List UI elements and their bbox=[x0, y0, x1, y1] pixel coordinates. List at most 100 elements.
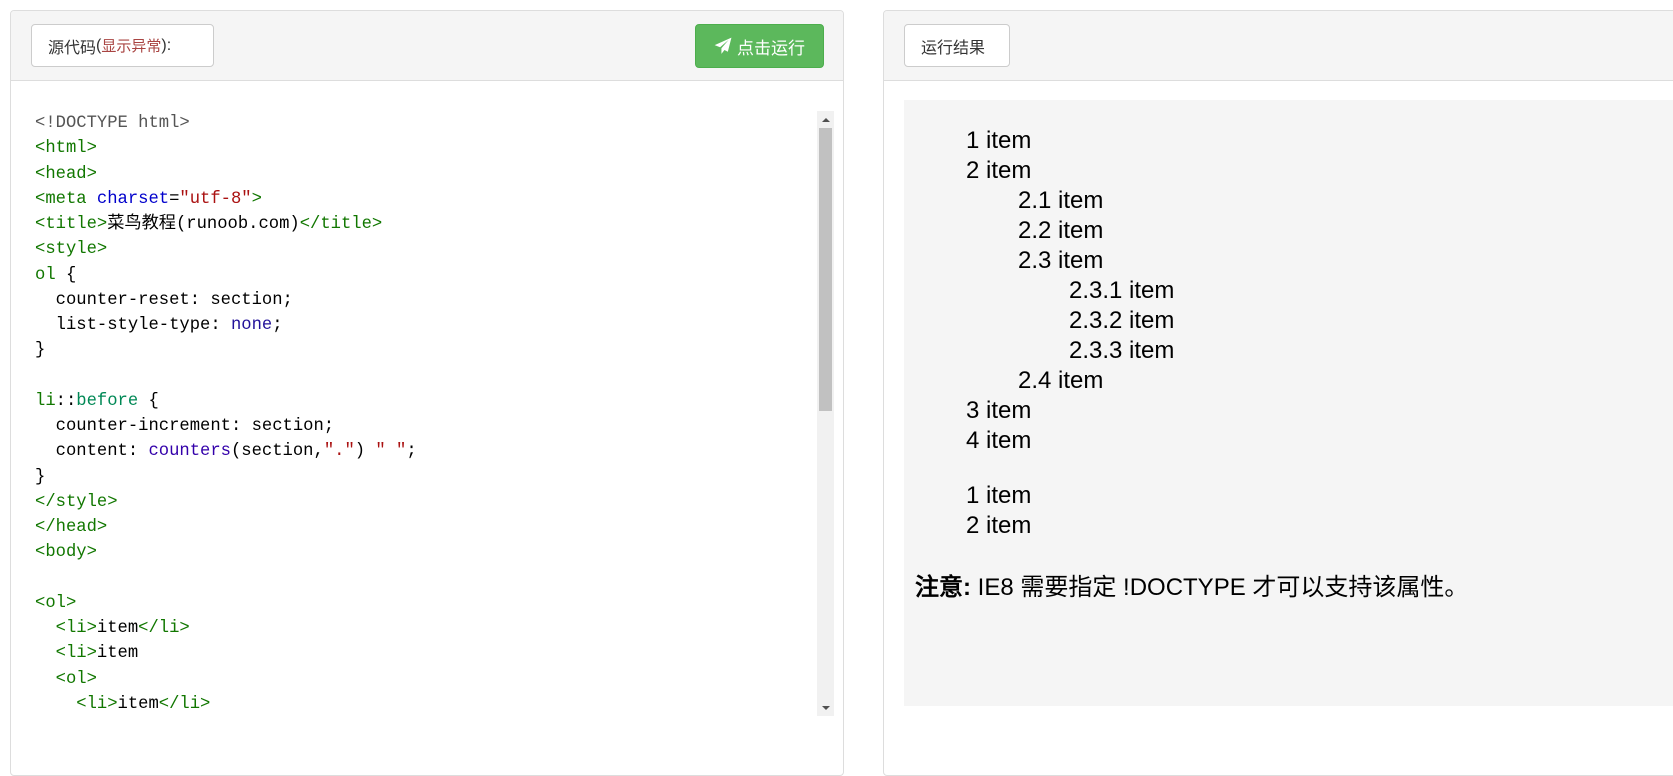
code-line: list-style-type: none; bbox=[35, 313, 815, 338]
code-token: </li> bbox=[158, 694, 211, 714]
code-token: li bbox=[35, 391, 56, 411]
code-token: "." bbox=[323, 442, 355, 462]
code-token: <li> bbox=[55, 644, 97, 664]
code-scrollbar[interactable] bbox=[817, 111, 834, 716]
code-token: none bbox=[230, 316, 273, 335]
code-token: ; bbox=[272, 316, 283, 335]
result-list-item: 2.2 item bbox=[1018, 217, 1104, 244]
result-list-item: 2 item bbox=[966, 512, 1032, 539]
source-code-title: 源代码 bbox=[48, 39, 97, 57]
code-line: } bbox=[35, 465, 815, 490]
note-label: 注意: bbox=[915, 574, 971, 601]
code-token: ; bbox=[406, 442, 417, 462]
code-line: <li>item</li> bbox=[35, 692, 815, 715]
code-line: </style> bbox=[35, 490, 815, 515]
code-token: <head> bbox=[35, 164, 97, 184]
code-token: counter-reset: section; bbox=[35, 290, 293, 310]
note-text: 注意: IE8 需要指定 !DOCTYPE 才可以支持该属性。 bbox=[915, 570, 1468, 606]
code-token: "utf-8" bbox=[179, 189, 252, 209]
code-token: item bbox=[117, 694, 159, 714]
code-line: <style> bbox=[35, 237, 815, 262]
code-line: <ol> bbox=[35, 667, 815, 692]
code-token: = bbox=[169, 189, 180, 209]
result-panel: 运行结果 注意: IE8 需要指定 !DOCTYPE 才可以支持该属性。 1 i… bbox=[883, 10, 1673, 776]
code-token: charset bbox=[96, 189, 170, 209]
result-list-item: 2.4 item bbox=[1018, 367, 1104, 394]
code-token: </head> bbox=[35, 518, 108, 537]
code-line: <li>item</li> bbox=[35, 616, 815, 641]
result-list-item: 3 item bbox=[966, 397, 1032, 424]
code-token: <body> bbox=[35, 543, 97, 563]
run-button[interactable]: 点击运行 bbox=[695, 24, 824, 68]
code-line: <li>item bbox=[35, 641, 815, 666]
code-token: ol bbox=[35, 265, 56, 285]
code-token: counter-increment: section; bbox=[35, 417, 335, 436]
code-token: <meta bbox=[35, 189, 97, 209]
code-token: <ol> bbox=[55, 669, 97, 689]
run-button-label: 点击运行 bbox=[737, 38, 805, 58]
code-token: { bbox=[138, 391, 159, 411]
result-list-item: 2.3.1 item bbox=[1069, 277, 1175, 304]
code-token: <!DOCTYPE html> bbox=[35, 114, 190, 133]
result-output: 注意: IE8 需要指定 !DOCTYPE 才可以支持该属性。 1 item 2 … bbox=[904, 100, 1673, 706]
code-editor[interactable]: <!DOCTYPE html> <html> <head> <meta charset… bbox=[35, 111, 815, 715]
result-list-item: 4 item bbox=[966, 427, 1032, 454]
code-token: > bbox=[251, 189, 262, 209]
code-token: <style> bbox=[35, 240, 108, 260]
paper-plane-icon bbox=[714, 37, 732, 55]
show-errors-link[interactable]: 显示异常 bbox=[101, 35, 161, 56]
code-line: counter-reset: section; bbox=[35, 288, 815, 313]
result-list-item: 1 item bbox=[966, 127, 1032, 154]
result-list-item: 2.3.3 item bbox=[1069, 337, 1175, 364]
result-panel-header: 运行结果 bbox=[884, 11, 1673, 81]
code-line: ol { bbox=[35, 263, 815, 288]
note-body: IE8 需要指定 !DOCTYPE 才可以支持该属性。 bbox=[971, 574, 1469, 601]
code-token: <li> bbox=[55, 619, 97, 638]
code-line: li::before { bbox=[35, 389, 815, 414]
code-lines: <!DOCTYPE html> <html> <head> <meta charset… bbox=[35, 111, 815, 715]
result-list-item: 2 item bbox=[966, 157, 1032, 184]
result-label: 运行结果 bbox=[904, 24, 1010, 67]
code-token: </title> bbox=[299, 215, 383, 234]
code-token: { bbox=[55, 265, 77, 285]
code-token: counters bbox=[148, 442, 231, 462]
code-token: content: bbox=[35, 442, 149, 462]
code-token: ) bbox=[354, 442, 376, 462]
code-token: <li> bbox=[76, 694, 118, 714]
code-token: item bbox=[96, 619, 139, 638]
source-code-label: 源代码 ( 显示异常 ) : bbox=[31, 24, 214, 67]
code-line: <!DOCTYPE html> bbox=[35, 111, 815, 136]
code-token: :: bbox=[55, 391, 77, 411]
result-list-item: 2.3 item bbox=[1018, 247, 1104, 274]
code-token: } bbox=[35, 467, 46, 487]
code-line: </head> bbox=[35, 515, 815, 540]
code-token: </li> bbox=[138, 619, 190, 638]
code-line: <head> bbox=[35, 162, 815, 187]
result-list-item: 1 item bbox=[966, 482, 1032, 509]
code-line: } bbox=[35, 338, 815, 363]
code-token: " " bbox=[375, 442, 407, 462]
code-line: <body> bbox=[35, 540, 815, 565]
code-line: <ol> bbox=[35, 591, 815, 616]
code-line: <meta charset="utf-8"> bbox=[35, 187, 815, 212]
code-token: </style> bbox=[35, 492, 118, 512]
code-token: item bbox=[96, 644, 139, 664]
scroll-down-icon[interactable] bbox=[817, 699, 834, 716]
result-list-item: 2.3.2 item bbox=[1069, 307, 1175, 334]
code-token: 菜鸟教程(runoob.com) bbox=[107, 215, 300, 234]
code-token: <ol> bbox=[35, 593, 77, 613]
scrollbar-thumb[interactable] bbox=[819, 128, 832, 411]
code-line: <title>菜鸟教程(runoob.com)</title> bbox=[35, 212, 815, 237]
code-token: } bbox=[35, 341, 46, 361]
scroll-up-icon[interactable] bbox=[817, 111, 834, 128]
code-token: list-style-type: bbox=[35, 316, 231, 335]
code-line: content: counters(section,".") " "; bbox=[35, 439, 815, 464]
code-token: (section, bbox=[230, 442, 324, 462]
source-panel-header: 源代码 ( 显示异常 ) : 点击运行 bbox=[11, 11, 843, 81]
